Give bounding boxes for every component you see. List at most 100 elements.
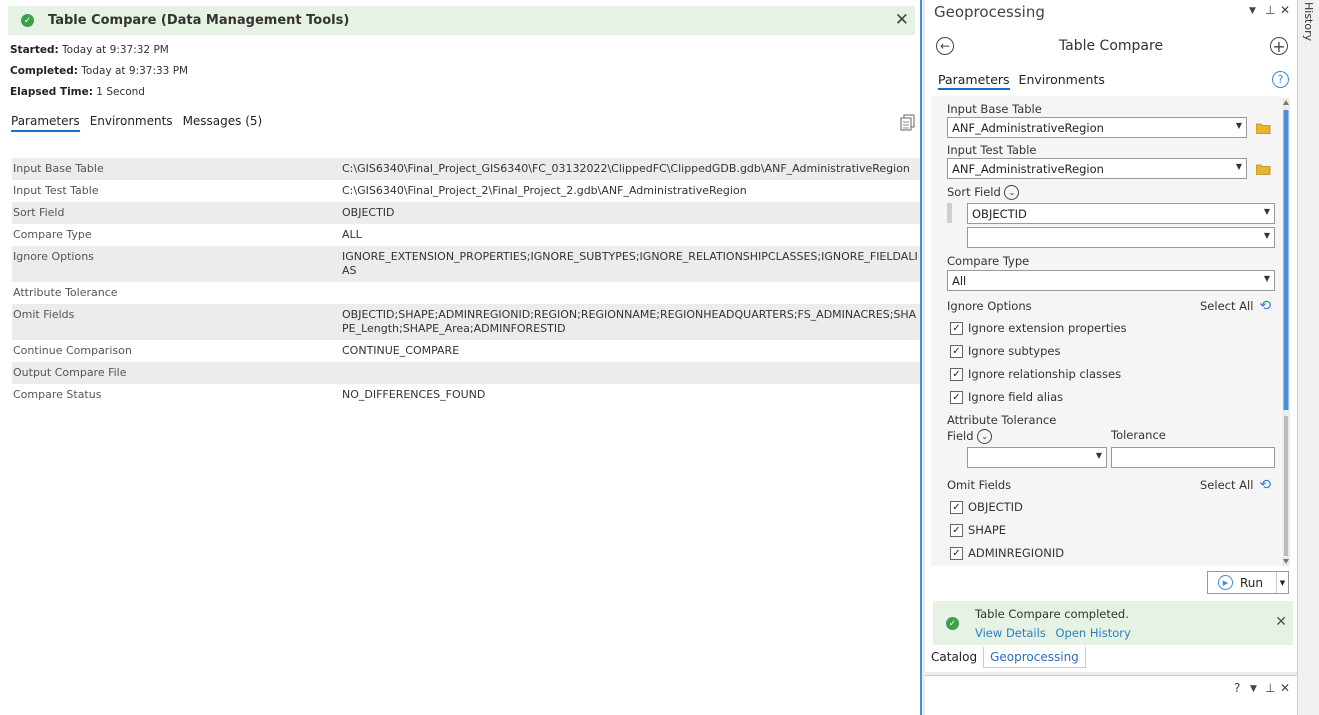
- bottom-pane: ? ▼ ⊥ ✕: [925, 675, 1297, 715]
- param-name: Output Compare File: [12, 362, 341, 384]
- param-name: Omit Fields: [12, 304, 341, 340]
- compare-type-combo[interactable]: All ▼: [947, 270, 1275, 291]
- parameters-form: Input Base Table ANF_AdministrativeRegio…: [931, 96, 1281, 566]
- tolerance-input[interactable]: [1111, 447, 1275, 468]
- tolerance-label: Tolerance: [1111, 428, 1166, 442]
- close-icon[interactable]: ✕: [1275, 614, 1287, 630]
- bottom-pane-tabs: Catalog Geoprocessing: [925, 647, 1086, 668]
- sort-field-combo-2[interactable]: ▼: [967, 227, 1275, 248]
- history-tab-label: History: [1302, 2, 1315, 42]
- add-icon[interactable]: +: [1270, 37, 1288, 56]
- table-row: Attribute Tolerance: [12, 282, 920, 304]
- open-history-link[interactable]: Open History: [1055, 626, 1130, 640]
- run-button[interactable]: ▶ Run ▼: [1207, 571, 1289, 594]
- tool-details-pane: ✓ Table Compare (Data Management Tools) …: [0, 0, 922, 715]
- input-test-combo[interactable]: ANF_AdministrativeRegion ▼: [947, 158, 1247, 179]
- param-name: Compare Status: [13, 388, 102, 401]
- completion-notice: ✓ Table Compare completed. View Details …: [933, 601, 1293, 645]
- param-value: ALL: [342, 228, 362, 241]
- row-handle[interactable]: [947, 203, 952, 223]
- copy-icon[interactable]: [900, 114, 915, 131]
- param-value: NO_DIFFERENCES_FOUND: [342, 388, 486, 401]
- omit-fields-label: Omit Fields: [947, 478, 1012, 492]
- sort-field-combo-1[interactable]: OBJECTID ▼: [967, 203, 1275, 224]
- folder-icon[interactable]: [1256, 123, 1271, 134]
- checkbox-checked-icon[interactable]: ✓: [950, 321, 963, 335]
- ignore-option-checkbox[interactable]: ✓ Ignore extension properties: [950, 321, 1127, 335]
- play-icon: ▶: [1218, 575, 1233, 590]
- tab-geoprocessing[interactable]: Geoprocessing: [983, 647, 1086, 668]
- completed-line: Completed: Today at 9:37:33 PM: [10, 65, 189, 77]
- checkbox-checked-icon[interactable]: ✓: [950, 367, 963, 381]
- param-value: [341, 282, 920, 304]
- help-icon[interactable]: ?: [1272, 71, 1289, 88]
- details-header: ✓ Table Compare (Data Management Tools) …: [8, 6, 915, 35]
- folder-icon[interactable]: [1256, 164, 1271, 175]
- input-test-label: Input Test Table: [947, 143, 1037, 157]
- select-all-omit[interactable]: Select All ⟲: [1200, 477, 1271, 493]
- checkbox-checked-icon[interactable]: ✓: [950, 523, 963, 537]
- pane-menu-chevron-icon[interactable]: ▼: [1249, 6, 1256, 16]
- dropdown-arrow-icon: ▼: [1235, 162, 1242, 171]
- close-pane-icon[interactable]: ✕: [1280, 3, 1290, 17]
- table-row: Continue Comparison CONTINUE_COMPARE: [12, 340, 920, 362]
- ignore-option-checkbox[interactable]: ✓ Ignore field alias: [950, 390, 1063, 404]
- help-icon[interactable]: ?: [1234, 681, 1240, 695]
- table-row: Input Base Table C:\GIS6340\Final_Project…: [12, 158, 920, 180]
- expand-chevron-icon[interactable]: ⌄: [977, 429, 993, 444]
- tool-name: Table Compare: [1058, 38, 1164, 54]
- omit-field-checkbox[interactable]: ✓ SHAPE: [950, 523, 1006, 537]
- reset-icon[interactable]: ⟲: [1259, 477, 1271, 493]
- close-pane-icon[interactable]: ✕: [1280, 681, 1290, 695]
- table-row: Omit Fields OBJECTID;SHAPE;ADMINREGIONID;…: [12, 304, 920, 340]
- param-value: IGNORE_EXTENSION_PROPERTIES;IGNORE_SUBTY…: [341, 246, 920, 282]
- table-row: Sort Field OBJECTID: [12, 202, 920, 224]
- reset-icon[interactable]: ⟲: [1259, 298, 1271, 314]
- close-icon[interactable]: ✕: [895, 10, 909, 30]
- started-line: Started: Today at 9:37:32 PM: [10, 44, 169, 56]
- tab-environments[interactable]: Environments: [90, 114, 173, 132]
- gp-tabs: Parameters Environments: [938, 72, 1105, 90]
- pin-icon[interactable]: ⊥: [1265, 681, 1275, 695]
- details-title: Table Compare (Data Management Tools): [48, 13, 350, 28]
- gp-tab-parameters[interactable]: Parameters: [938, 72, 1010, 90]
- tab-catalog[interactable]: Catalog: [925, 647, 983, 668]
- notice-message: Table Compare completed.: [975, 607, 1129, 621]
- param-value: CONTINUE_COMPARE: [342, 344, 460, 357]
- ignore-option-checkbox[interactable]: ✓ Ignore subtypes: [950, 344, 1060, 358]
- param-name: Continue Comparison: [13, 344, 132, 357]
- sort-field-label: Sort Field ⌄: [947, 185, 1020, 200]
- tolerance-field-combo[interactable]: ▼: [967, 447, 1107, 468]
- success-check-icon: ✓: [21, 14, 34, 27]
- checkbox-checked-icon[interactable]: ✓: [950, 500, 963, 514]
- history-side-tab[interactable]: History: [1297, 0, 1319, 715]
- tab-messages[interactable]: Messages (5): [183, 114, 263, 132]
- expand-chevron-icon[interactable]: ⌄: [1004, 185, 1020, 200]
- checkbox-checked-icon[interactable]: ✓: [950, 344, 963, 358]
- input-base-combo[interactable]: ANF_AdministrativeRegion ▼: [947, 117, 1247, 138]
- table-row: Output Compare File: [12, 362, 920, 384]
- param-value: [341, 362, 920, 384]
- run-options-chevron-icon[interactable]: ▼: [1276, 572, 1288, 593]
- elapsed-line: Elapsed Time: 1 Second: [10, 86, 145, 98]
- checkbox-checked-icon[interactable]: ✓: [950, 546, 963, 560]
- field-label: Field ⌄: [947, 429, 993, 444]
- pane-menu-chevron-icon[interactable]: ▼: [1250, 684, 1257, 694]
- checkbox-checked-icon[interactable]: ✓: [950, 390, 963, 404]
- view-details-link[interactable]: View Details: [975, 626, 1046, 640]
- omit-field-checkbox[interactable]: ✓ ADMINREGIONID: [950, 546, 1064, 560]
- table-row: Input Test Table C:\GIS6340\Final_Project…: [12, 180, 920, 202]
- pin-icon[interactable]: ⊥: [1265, 3, 1275, 17]
- gp-tab-environments[interactable]: Environments: [1019, 72, 1105, 90]
- omit-field-checkbox[interactable]: ✓ OBJECTID: [950, 500, 1023, 514]
- dropdown-arrow-icon: ▼: [1263, 274, 1270, 283]
- compare-type-label: Compare Type: [947, 254, 1030, 268]
- ignore-options-label: Ignore Options: [947, 299, 1032, 313]
- parameters-table: Input Base Table C:\GIS6340\Final_Project…: [12, 158, 920, 406]
- tab-parameters[interactable]: Parameters: [11, 114, 80, 132]
- ignore-option-checkbox[interactable]: ✓ Ignore relationship classes: [950, 367, 1121, 381]
- select-all-ignore[interactable]: Select All ⟲: [1200, 298, 1271, 314]
- table-row: Ignore Options IGNORE_EXTENSION_PROPERTIE…: [12, 246, 920, 282]
- param-name: Ignore Options: [12, 246, 341, 282]
- form-scrollbar[interactable]: [1282, 98, 1290, 566]
